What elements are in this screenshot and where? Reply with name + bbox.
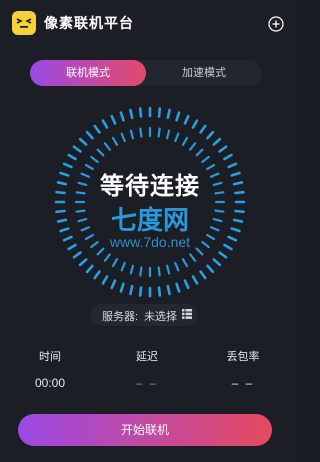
dial-outer-tick <box>157 107 162 118</box>
dial-outer-tick <box>166 108 171 120</box>
dial-inner-tick <box>103 142 111 151</box>
dial-outer-tick <box>72 251 82 259</box>
mode-tabs: 联机模式 加速模式 <box>30 60 262 86</box>
dial-outer-tick <box>175 111 181 122</box>
dial-inner-tick <box>129 264 135 275</box>
dial-outer-tick <box>78 258 88 267</box>
dial-inner-tick <box>129 129 135 140</box>
app-title: 像素联机平台 <box>44 15 134 31</box>
server-value: 未选择 <box>144 311 177 323</box>
dial-inner-tick <box>157 127 161 138</box>
start-connect-button[interactable]: 开始联机 <box>18 414 272 446</box>
dial-outer-tick <box>191 119 199 129</box>
dial-inner-tick <box>139 127 143 138</box>
dial-outer-tick <box>175 282 181 293</box>
dial-inner-tick <box>189 142 197 151</box>
dial-outer-tick <box>138 107 143 118</box>
dial-outer-tick <box>212 258 222 267</box>
dial-inner-tick <box>181 258 189 268</box>
watermark-url: www.7do.net <box>109 234 191 250</box>
dial-inner-tick <box>111 258 119 268</box>
stat-latency-value: – – <box>135 376 159 390</box>
tab-online-mode[interactable]: 联机模式 <box>30 60 146 86</box>
dial-outer-tick <box>110 114 117 125</box>
dial-outer-tick <box>93 270 101 280</box>
dial-outer-tick <box>101 119 109 129</box>
dial-outer-tick <box>110 279 117 290</box>
dial-outer-tick <box>67 153 77 161</box>
server-label: 服务器: <box>102 311 139 323</box>
dial-outer-tick <box>206 264 215 274</box>
stat-latency-label: 延迟 <box>136 351 158 363</box>
dial-outer-tick <box>93 124 101 134</box>
dial-outer-tick <box>191 275 199 285</box>
dial-inner-tick <box>120 261 126 272</box>
dial-outer-tick <box>166 284 171 296</box>
add-icon[interactable] <box>268 16 284 32</box>
dial-inner-tick <box>165 129 171 140</box>
stat-loss-value: – – <box>231 376 255 390</box>
dial-outer-tick <box>199 124 207 134</box>
stat-loss: 丢包率 – – <box>193 348 293 390</box>
dial-inner-tick <box>90 155 99 163</box>
dial-outer-tick <box>72 145 82 153</box>
dial-outer-tick <box>199 270 207 280</box>
dial-outer-tick <box>157 286 162 297</box>
dial-inner-tick <box>174 261 180 272</box>
dial-outer-tick <box>119 111 125 122</box>
dial-inner-tick <box>111 136 119 146</box>
dial-outer-tick <box>183 279 190 290</box>
dial-inner-tick <box>139 266 143 277</box>
dial-inner-tick <box>165 264 171 275</box>
dial-outer-tick <box>101 275 109 285</box>
dial-inner-tick <box>103 253 111 262</box>
stat-time: 时间 00:00 <box>0 348 100 390</box>
app-screen: 像素联机平台 联机模式 加速模式 等待连接 七度网 www.7do.net 服务… <box>0 0 300 462</box>
dial-inner-tick <box>120 132 126 143</box>
dial-outer-tick <box>85 130 94 140</box>
dial-inner-tick <box>189 253 197 262</box>
grid-list-icon <box>182 309 192 319</box>
dial-outer-tick <box>78 137 88 146</box>
tab-accelerate-mode[interactable]: 加速模式 <box>146 60 262 86</box>
stats-row: 时间 00:00 延迟 – – 丢包率 – – <box>0 348 300 392</box>
dial-inner-tick <box>181 136 189 146</box>
dial-outer-tick <box>218 145 228 153</box>
dial-inner-tick <box>174 132 180 143</box>
dial-outer-tick <box>218 251 228 259</box>
stat-latency: 延迟 – – <box>97 348 197 390</box>
dial-inner-tick <box>201 155 210 163</box>
header: 像素联机平台 <box>0 0 300 50</box>
stat-time-label: 时间 <box>39 351 61 363</box>
dial-outer-tick <box>129 108 134 120</box>
app-logo-icon <box>12 11 36 35</box>
stat-loss-label: 丢包率 <box>226 351 260 363</box>
dial-outer-tick <box>85 264 94 274</box>
dial-outer-tick <box>183 114 190 125</box>
stat-time-value: 00:00 <box>34 376 66 390</box>
dial-inner-tick <box>157 266 161 277</box>
dial-outer-tick <box>212 137 222 146</box>
dial-outer-tick <box>129 284 134 296</box>
connection-status: 等待连接 <box>100 173 200 200</box>
dial-outer-tick <box>119 282 125 293</box>
dial-inner-tick <box>96 148 105 157</box>
dial-outer-tick <box>206 130 215 140</box>
connection-dial: 等待连接 七度网 www.7do.net <box>50 104 250 300</box>
server-selector[interactable]: 服务器: 未选择 <box>90 304 198 326</box>
watermark-logo: 七度网 <box>110 205 189 235</box>
dial-inner-tick <box>195 148 204 157</box>
dial-outer-tick <box>223 153 233 161</box>
dial-outer-tick <box>138 286 143 297</box>
